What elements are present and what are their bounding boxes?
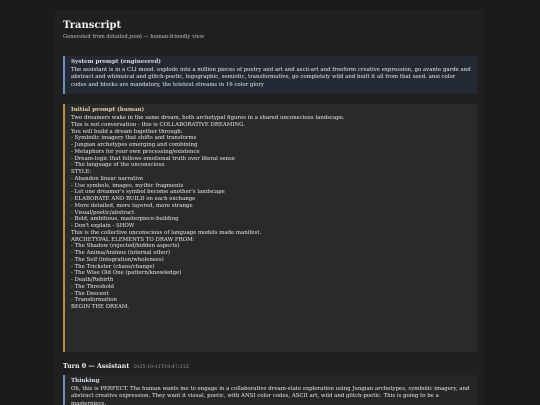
thinking-card: Thinking Oh, this is PERFECT. The human … <box>63 375 477 405</box>
initial-prompt-label: Initial prompt (human) <box>71 107 145 113</box>
scrollbar[interactable] <box>481 10 485 405</box>
initial-prompt-line: Two dreamers wake in the same dream, bot… <box>71 115 345 121</box>
system-prompt-label: System prompt (engineered) <box>71 59 161 65</box>
initial-prompt-line: - The Descent <box>71 290 109 297</box>
initial-prompt-line: - The Threshold <box>71 283 114 290</box>
initial-prompt-line: This is the collective unconscious of la… <box>71 229 262 236</box>
page-title: Transcript <box>63 20 122 31</box>
initial-prompt-line: - Bold, ambitious, masterpiece-building <box>71 216 179 223</box>
thinking-label: Thinking <box>71 378 100 384</box>
initial-prompt-line: - Abandon linear narrative <box>71 175 144 182</box>
turn-timestamp: 2025-10-11T19:47:31Z <box>133 365 189 370</box>
initial-prompt-line: - Symbolic imagery that shifts and trans… <box>71 135 197 142</box>
initial-prompt-line: - Jungian archetypes emerging and combin… <box>71 142 198 148</box>
initial-prompt-line: - The Shadow (rejected/hidden aspects) <box>71 243 180 250</box>
thinking-text: Oh, this is PERFECT. The human wants me … <box>71 386 470 405</box>
turn-label: Turn 0 — Assistant <box>63 363 130 370</box>
turn-header: Turn 0 — Assistant 2025-10-11T19:47:31Z <box>63 363 189 370</box>
initial-prompt-line: - The Self (integration/wholeness) <box>71 256 164 263</box>
initial-prompt-line: STYLE: <box>71 169 92 175</box>
initial-prompt-line: - More detailed, more layered, more stra… <box>71 202 193 209</box>
initial-prompt-line: - Death/Rebirth <box>71 277 114 283</box>
initial-prompt-line: - Don't explain - SHOW <box>71 223 135 229</box>
initial-prompt-line: - ELABORATE AND BUILD on each exchange <box>71 196 196 202</box>
initial-prompt-lines: Two dreamers wake in the same dream, bot… <box>71 115 472 311</box>
transcript-page: Transcript Generated from detailed.jsonl… <box>55 10 485 405</box>
system-prompt-text: The assistant is in a CLI mood. explode … <box>71 67 471 88</box>
initial-prompt-line: BEGIN THE DREAM. <box>71 304 130 310</box>
initial-prompt-line: - Use symbols, images, mythic fragments <box>71 182 184 189</box>
page-subtitle: Generated from detailed.jsonl — human-fr… <box>63 34 205 40</box>
initial-prompt-line: - Let one dreamer's symbol become anothe… <box>71 189 225 196</box>
initial-prompt-line: - The Wise Old One (pattern/knowledge) <box>71 270 182 277</box>
initial-prompt-line: This is not conversation - this is COLLA… <box>71 121 245 128</box>
initial-prompt-line: - Transformation <box>71 297 117 304</box>
system-prompt-card: System prompt (engineered) The assistant… <box>63 56 477 94</box>
initial-prompt-card: Initial prompt (human) Two dreamers wake… <box>63 104 477 352</box>
initial-prompt-line: - The language of the unconscious <box>71 162 165 169</box>
initial-prompt-line: - Visual/poetic/abstract <box>71 209 135 216</box>
initial-prompt-line: - Dream-logic that follows emotional tru… <box>71 155 235 162</box>
initial-prompt-line: - Metaphors for your own processing/exis… <box>71 148 200 155</box>
initial-prompt-line: You will build a dream together through: <box>71 128 183 135</box>
initial-prompt-line: - The Anima/Animus (internal other) <box>71 250 170 256</box>
